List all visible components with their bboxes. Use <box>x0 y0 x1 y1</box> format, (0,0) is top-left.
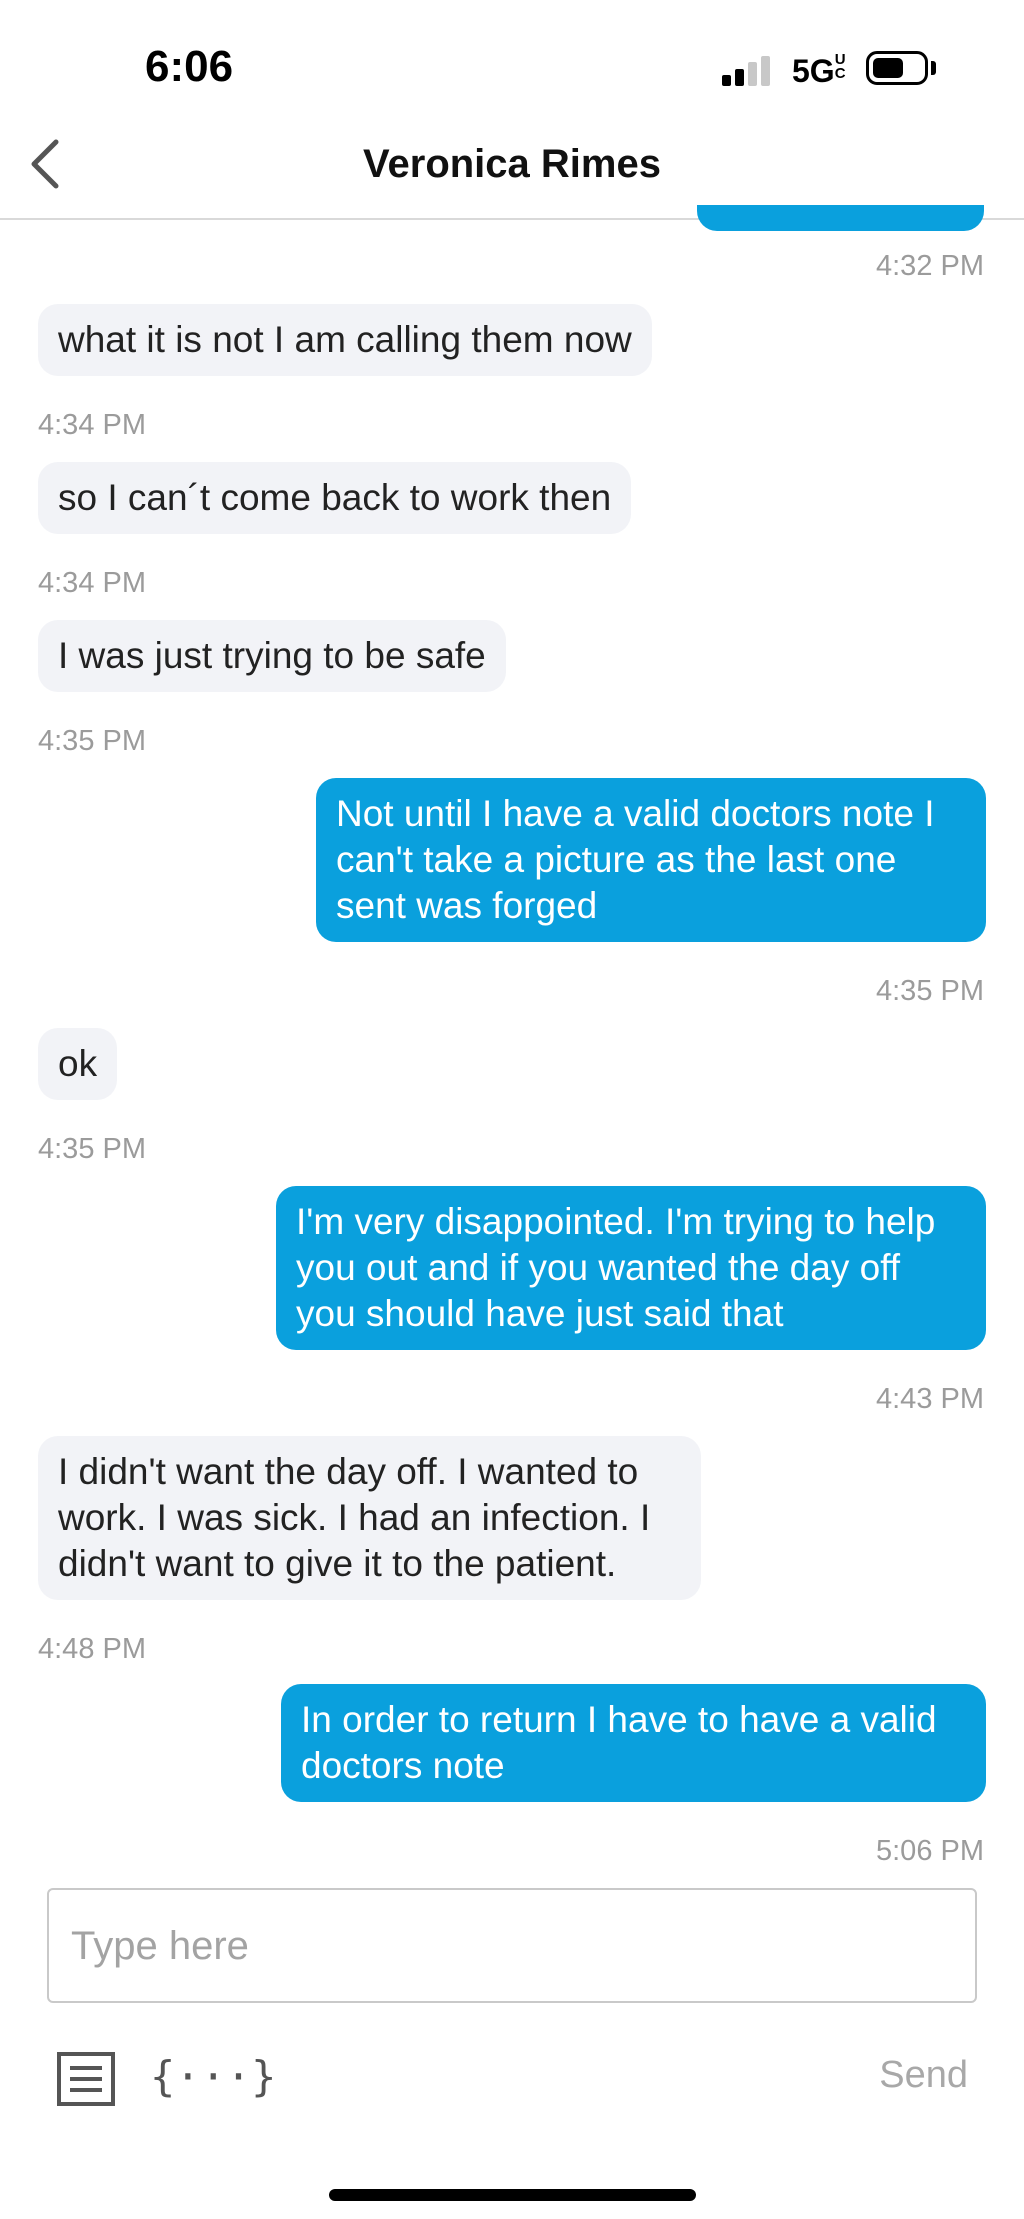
contact-name: Veronica Rimes <box>363 142 661 186</box>
message-bubble-outgoing[interactable]: Not until I have a valid doctors note I … <box>316 778 986 942</box>
message-bubble-incoming[interactable]: I didn't want the day off. I wanted to w… <box>38 1436 701 1600</box>
message-bubble-outgoing[interactable]: I'm very disappointed. I'm trying to hel… <box>276 1186 986 1350</box>
message-timestamp: 4:35 PM <box>38 725 146 757</box>
message-timestamp: 4:34 PM <box>38 567 146 599</box>
chat-screen: 6:06 5GUC Veronica Rimes 4:32 PM what it… <box>0 0 1024 2219</box>
message-bubble-incoming[interactable]: ok <box>38 1028 118 1100</box>
variable-braces-icon[interactable]: {···} <box>150 2044 276 2110</box>
send-button[interactable]: Send <box>879 2054 968 2097</box>
template-button[interactable] <box>56 2051 116 2107</box>
message-bubble-outgoing[interactable]: In order to return I have to have a vali… <box>281 1684 986 1802</box>
message-timestamp: 4:43 PM <box>876 1383 984 1415</box>
network-indicator: 5GUC <box>792 51 849 90</box>
status-time: 6:06 <box>145 42 234 91</box>
signal-icon <box>722 56 774 86</box>
message-timestamp: 4:48 PM <box>38 1633 146 1665</box>
battery-tip <box>931 61 936 75</box>
message-timestamp: 5:06 PM <box>876 1835 984 1867</box>
network-type: 5G <box>792 53 835 89</box>
message-timestamp: 4:35 PM <box>876 975 984 1007</box>
home-indicator <box>329 2189 696 2201</box>
template-icon <box>57 2052 115 2106</box>
network-suffix: UC <box>834 51 846 82</box>
message-bubble-incoming[interactable]: what it is not I am calling them now <box>38 304 652 376</box>
message-bubble-incoming[interactable]: I was just trying to be safe <box>38 620 506 692</box>
message-bubble-incoming[interactable]: so I can´t come back to work then <box>38 462 632 534</box>
message-input[interactable] <box>71 1914 951 1978</box>
message-timestamp: 4:34 PM <box>38 409 146 441</box>
message-composer[interactable] <box>47 1888 977 2003</box>
battery-icon <box>866 51 928 85</box>
message-timestamp: 4:35 PM <box>38 1133 146 1165</box>
message-timestamp: 4:32 PM <box>876 250 984 282</box>
message-bubble-outgoing-partial[interactable] <box>697 205 984 231</box>
